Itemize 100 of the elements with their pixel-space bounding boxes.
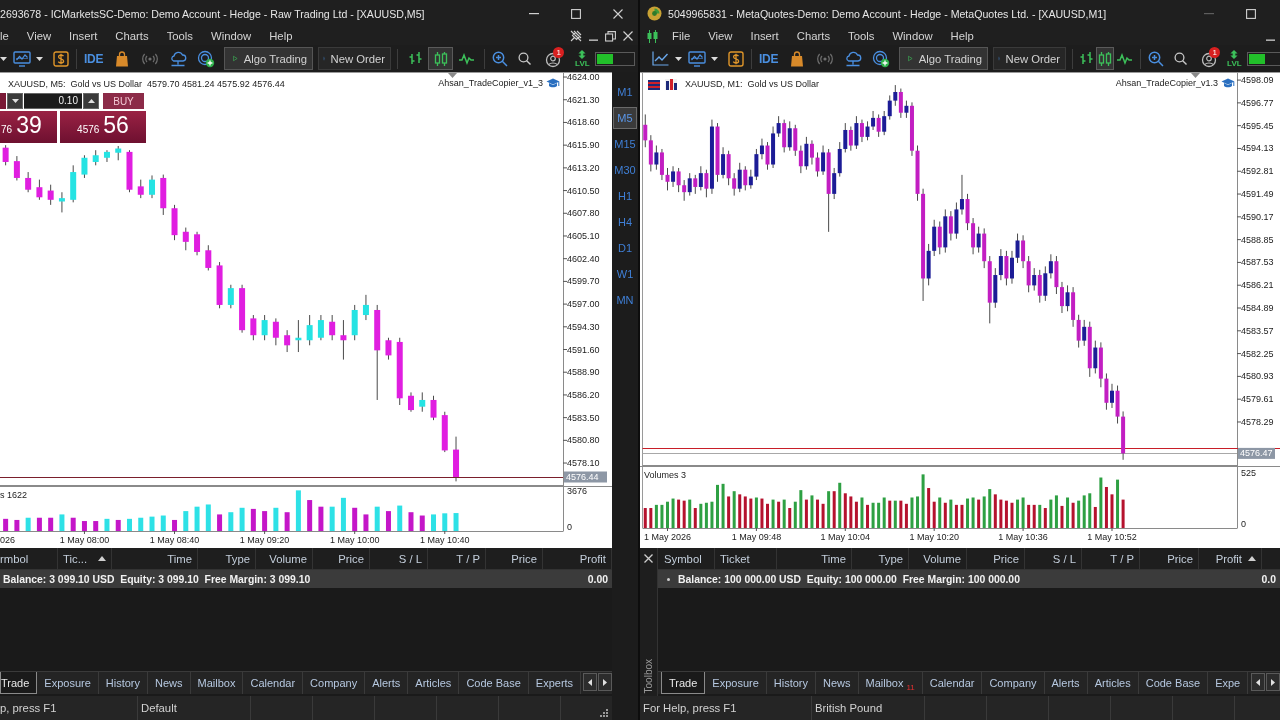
- column-header[interactable]: S / L: [370, 548, 428, 569]
- tab[interactable]: Exposure: [37, 672, 99, 694]
- column-header[interactable]: Profit: [1199, 548, 1262, 569]
- chart-window-icon[interactable]: [688, 50, 706, 67]
- column-header[interactable]: Type: [198, 548, 256, 569]
- column-header[interactable]: Price: [486, 548, 543, 569]
- algo-trading-button[interactable]: Algo Trading: [899, 47, 989, 70]
- scroll-right-button[interactable]: [598, 673, 612, 691]
- sell-price-button[interactable]: 76 39: [0, 111, 57, 143]
- tab[interactable]: History: [766, 672, 817, 694]
- algo-trading-button[interactable]: Algo Trading: [224, 47, 314, 70]
- tab[interactable]: Mailbox 11: [858, 672, 923, 694]
- tab[interactable]: Trade: [661, 672, 706, 694]
- menu-item[interactable]: View: [17, 30, 61, 42]
- summary-row[interactable]: Balance: 100 000.00 USD Equity: 100 000.00 Free Margin: 100 000.00 0.0: [658, 570, 1280, 588]
- column-header[interactable]: Volume: [256, 548, 313, 569]
- menu-item[interactable]: Tools: [157, 30, 202, 42]
- tab[interactable]: Experts: [528, 672, 582, 694]
- new-order-button[interactable]: New Order: [318, 47, 392, 70]
- tab[interactable]: Company: [303, 672, 366, 694]
- menu-item[interactable]: Insert: [741, 30, 788, 42]
- tab[interactable]: History: [98, 672, 149, 694]
- column-header[interactable]: Tic...: [58, 548, 112, 569]
- dollar-icon[interactable]: [728, 50, 744, 67]
- timeframe-button[interactable]: H1: [613, 185, 637, 207]
- column-header[interactable]: Price: [1140, 548, 1199, 569]
- tab[interactable]: Articles: [408, 672, 460, 694]
- timeframe-button[interactable]: M30: [613, 159, 637, 181]
- column-header[interactable]: S / L: [1025, 548, 1082, 569]
- menu-item[interactable]: Charts: [106, 30, 158, 42]
- buy-price-button[interactable]: 4576 56: [60, 111, 146, 143]
- menu-item[interactable]: View: [699, 30, 742, 42]
- column-header[interactable]: Price: [967, 548, 1025, 569]
- graduation-cap-icon[interactable]: [1221, 78, 1235, 89]
- radio-waves-icon[interactable]: [817, 51, 834, 66]
- menu-item[interactable]: Charts: [787, 30, 840, 42]
- target-plus-icon[interactable]: [872, 49, 891, 68]
- up-down-arrow-icon[interactable]: [578, 49, 587, 59]
- tab[interactable]: Code Base: [459, 672, 529, 694]
- tab[interactable]: Trade: [0, 672, 38, 694]
- maximize-icon[interactable]: [1246, 8, 1256, 19]
- timeframe-button[interactable]: W1: [613, 263, 637, 285]
- timeframe-button[interactable]: M15: [613, 133, 637, 155]
- bag-icon[interactable]: [790, 50, 805, 67]
- resize-grip-icon[interactable]: [599, 708, 608, 717]
- minimize-icon[interactable]: [529, 12, 539, 15]
- bag-icon[interactable]: [115, 50, 130, 67]
- timeframe-button[interactable]: D1: [613, 237, 637, 259]
- menu-item[interactable]: Help: [260, 30, 302, 42]
- column-header[interactable]: Time: [777, 548, 852, 569]
- scroll-left-button[interactable]: [1251, 673, 1265, 691]
- menu-item[interactable]: Tools: [839, 30, 884, 42]
- dollar-icon[interactable]: [53, 50, 69, 67]
- triangle-marker-icon[interactable]: [448, 73, 457, 78]
- caret-icon[interactable]: [711, 56, 718, 61]
- column-header[interactable]: Ticket: [715, 548, 777, 569]
- restore-icon[interactable]: [605, 30, 616, 42]
- tab[interactable]: Expe: [1208, 672, 1249, 694]
- caret-icon[interactable]: [36, 56, 43, 61]
- menu-item[interactable]: Insert: [60, 30, 107, 42]
- timeframe-button[interactable]: M5: [613, 107, 637, 129]
- zoom-in-icon[interactable]: [492, 50, 509, 67]
- column-header[interactable]: Type: [852, 548, 909, 569]
- ide-button[interactable]: IDE: [759, 51, 779, 66]
- tab[interactable]: Code Base: [1138, 672, 1209, 694]
- chart-type-button[interactable]: [428, 47, 454, 70]
- column-header[interactable]: Price: [313, 548, 370, 569]
- chart-type-button[interactable]: [1096, 47, 1115, 70]
- graduation-cap-icon[interactable]: [546, 78, 560, 89]
- column-header[interactable]: rmbol: [0, 548, 58, 569]
- close-icon[interactable]: [644, 554, 653, 563]
- search-icon[interactable]: [1174, 52, 1188, 65]
- profile-icon[interactable]: [545, 51, 562, 68]
- tab[interactable]: Mailbox: [190, 672, 244, 694]
- toolbox-label[interactable]: Toolbox: [643, 658, 654, 693]
- decrease-button[interactable]: [7, 93, 23, 109]
- summary-row[interactable]: Balance: 3 099.10 USD Equity: 3 099.10 Free Margin: 3 099.10 0.00: [0, 570, 612, 588]
- timeframe-button[interactable]: H4: [613, 211, 637, 233]
- menu-item[interactable]: Help: [941, 30, 983, 42]
- profile-icon[interactable]: [1201, 51, 1218, 68]
- chart-window-icon[interactable]: [13, 50, 31, 67]
- timeframe-button[interactable]: M1: [613, 81, 637, 103]
- menu-item[interactable]: Window: [883, 30, 942, 42]
- tab[interactable]: Alerts: [1044, 672, 1088, 694]
- cloud-icon[interactable]: [844, 50, 863, 67]
- target-plus-icon[interactable]: [197, 49, 216, 68]
- scroll-right-button[interactable]: [1266, 673, 1280, 691]
- maximize-icon[interactable]: [571, 8, 581, 19]
- line-chart-icon[interactable]: [652, 51, 669, 66]
- timeframe-button[interactable]: MN: [613, 289, 637, 311]
- search-icon[interactable]: [518, 52, 532, 65]
- lot-field[interactable]: 0.10: [24, 93, 82, 109]
- tab[interactable]: News: [148, 672, 191, 694]
- caret-icon[interactable]: [0, 56, 7, 61]
- tab[interactable]: Calendar: [243, 672, 304, 694]
- scroll-left-button[interactable]: [583, 673, 597, 691]
- triangle-marker-icon[interactable]: [1191, 73, 1200, 78]
- close-icon[interactable]: [613, 8, 623, 19]
- ide-button[interactable]: IDE: [84, 51, 104, 66]
- column-header[interactable]: T / P: [1082, 548, 1140, 569]
